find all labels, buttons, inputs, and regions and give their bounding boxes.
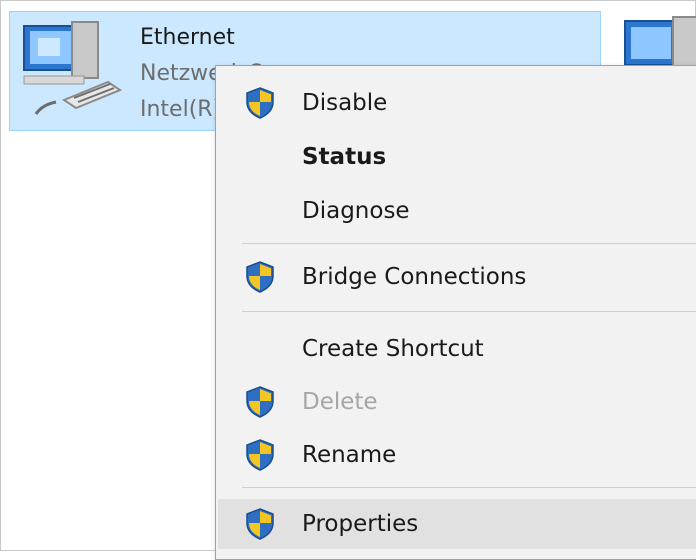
menu-item-create-shortcut[interactable]: Create Shortcut (218, 324, 696, 374)
menu-item-disable[interactable]: Disable (218, 78, 696, 128)
menu-item-label: Status (302, 144, 387, 170)
menu-item-delete: Delete (218, 377, 696, 427)
uac-shield-icon (246, 386, 274, 418)
network-adapter-icon (23, 21, 123, 115)
menu-item-label: Diagnose (302, 198, 410, 224)
menu-item-rename[interactable]: Rename (218, 430, 696, 480)
menu-separator (242, 311, 696, 312)
uac-shield-icon (246, 439, 274, 471)
menu-item-status[interactable]: Status (218, 132, 696, 182)
menu-item-label: Create Shortcut (302, 336, 484, 362)
menu-separator (242, 243, 696, 244)
menu-item-label: Rename (302, 442, 397, 468)
uac-shield-icon (246, 87, 274, 119)
menu-item-label: Bridge Connections (302, 264, 527, 290)
uac-shield-icon (246, 261, 274, 293)
uac-shield-icon (246, 508, 274, 540)
menu-item-label: Delete (302, 389, 378, 415)
menu-item-label: Properties (302, 511, 419, 537)
menu-item-label: Disable (302, 90, 388, 116)
network-connections-window: Ethernet Netzwerk 2 Intel(R) Disable Sta… (0, 0, 696, 560)
menu-item-bridge-connections[interactable]: Bridge Connections (218, 252, 696, 302)
menu-separator (242, 487, 696, 488)
menu-item-diagnose[interactable]: Diagnose (218, 186, 696, 236)
adapter-name: Ethernet (140, 25, 235, 50)
menu-item-properties[interactable]: Properties (218, 499, 696, 549)
context-menu: Disable Status Diagnose Bridge Connectio… (215, 65, 696, 560)
